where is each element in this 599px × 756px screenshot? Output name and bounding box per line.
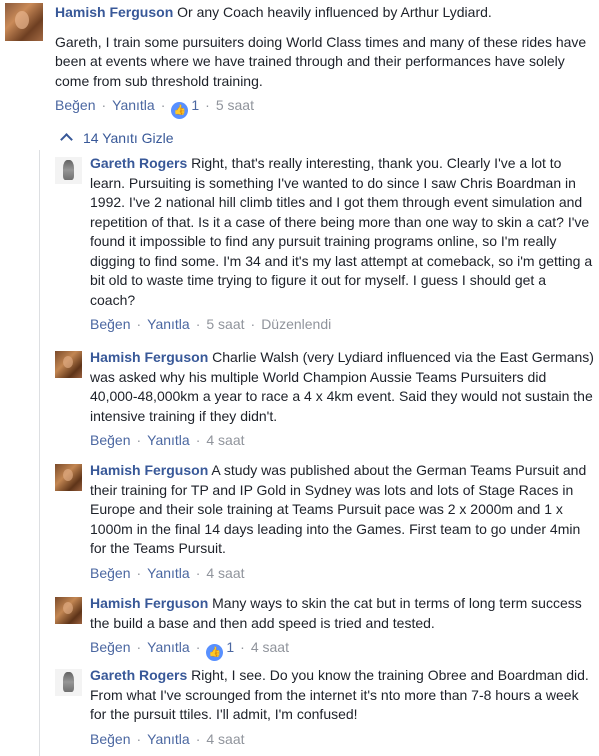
author-name[interactable]: Gareth Rogers xyxy=(90,155,187,171)
thread-line xyxy=(39,150,40,756)
comment-actions: Beğen · Yanıtla · 4 saat xyxy=(90,432,595,449)
separator-dot: · xyxy=(195,730,201,747)
hide-replies-label: 14 Yanıtı Gizle xyxy=(83,130,174,146)
chevron-up-icon xyxy=(60,133,73,146)
comment-text: Hamish Ferguson Or any Coach heavily inf… xyxy=(55,3,595,23)
comment-actions: Beğen · Yanıtla · 👍 1 · 4 saat xyxy=(90,639,595,661)
reply-button[interactable]: Yanıtla xyxy=(147,316,190,332)
separator-dot: · xyxy=(205,97,210,113)
author-name[interactable]: Hamish Ferguson xyxy=(55,4,173,20)
comment-text: Gareth Rogers Right, that's really inter… xyxy=(90,154,595,310)
separator-dot: · xyxy=(136,432,142,448)
like-button[interactable]: Beğen xyxy=(55,97,95,113)
comment-text-paragraph: Gareth, I train some pursuiters doing Wo… xyxy=(55,33,587,89)
separator-dot: · xyxy=(240,639,245,655)
avatar[interactable] xyxy=(55,597,82,624)
separator-dot: · xyxy=(136,730,142,747)
comment-body: Gareth Rogers Right, I see. Do you know … xyxy=(90,666,595,748)
comment-body: Hamish Ferguson Or any Coach heavily inf… xyxy=(55,3,595,119)
comment-text: Hamish Ferguson Many ways to skin the ca… xyxy=(90,594,595,633)
avatar[interactable] xyxy=(5,3,43,41)
timestamp[interactable]: 5 saat xyxy=(216,97,254,113)
comment-text-line: Or any Coach heavily influenced by Arthu… xyxy=(177,4,492,20)
timestamp[interactable]: 4 saat xyxy=(206,432,244,448)
reply-button[interactable]: Yanıtla xyxy=(112,97,155,113)
separator-dot: · xyxy=(101,97,107,113)
reply-button[interactable]: Yanıtla xyxy=(147,639,190,655)
like-button[interactable]: Beğen xyxy=(90,731,130,747)
comment-actions: Beğen · Yanıtla · 4 saat xyxy=(90,565,595,582)
reaction-count[interactable]: 1 xyxy=(226,639,234,655)
separator-dot: · xyxy=(250,316,256,332)
like-button[interactable]: Beğen xyxy=(90,316,130,332)
avatar[interactable] xyxy=(55,351,82,378)
comment-actions: Beğen · Yanıtla · 👍 1 · 5 saat xyxy=(55,97,595,119)
like-reaction-icon[interactable]: 👍 xyxy=(206,644,224,661)
separator-dot: · xyxy=(195,564,201,581)
hide-replies-toggle[interactable]: 14 Yanıtı Gizle xyxy=(60,128,174,148)
avatar[interactable] xyxy=(55,464,82,491)
author-name[interactable]: Hamish Ferguson xyxy=(90,462,208,478)
avatar[interactable] xyxy=(55,669,82,696)
like-button[interactable]: Beğen xyxy=(90,639,130,655)
timestamp[interactable]: 4 saat xyxy=(206,731,244,747)
timestamp[interactable]: 4 saat xyxy=(251,639,289,655)
reaction-count[interactable]: 1 xyxy=(191,97,199,113)
comment-body: Hamish Ferguson Many ways to skin the ca… xyxy=(90,594,595,661)
comment-text: Hamish Ferguson Charlie Walsh (very Lydi… xyxy=(90,348,595,426)
timestamp[interactable]: 4 saat xyxy=(206,565,244,581)
reply-button[interactable]: Yanıtla xyxy=(147,432,190,448)
comment-text: Gareth Rogers Right, I see. Do you know … xyxy=(90,666,595,725)
avatar[interactable] xyxy=(55,157,82,184)
separator-dot: · xyxy=(195,316,201,332)
separator-dot: · xyxy=(195,639,201,655)
comment-actions: Beğen · Yanıtla · 5 saat · Düzenlendi xyxy=(90,316,595,333)
separator-dot: · xyxy=(136,316,142,332)
comment-body: Hamish Ferguson Charlie Walsh (very Lydi… xyxy=(90,348,595,449)
separator-dot: · xyxy=(136,639,142,655)
separator-dot: · xyxy=(136,564,142,581)
comment-actions: Beğen · Yanıtla · 4 saat xyxy=(90,731,595,748)
author-name[interactable]: Hamish Ferguson xyxy=(90,349,208,365)
comment-body: Hamish Ferguson A study was published ab… xyxy=(90,461,595,582)
like-button[interactable]: Beğen xyxy=(90,565,130,581)
comment-text-content: Right, that's really interesting, thank … xyxy=(90,155,593,308)
timestamp[interactable]: 5 saat xyxy=(206,316,244,332)
author-name[interactable]: Hamish Ferguson xyxy=(90,595,208,611)
like-button[interactable]: Beğen xyxy=(90,432,130,448)
like-reaction-icon[interactable]: 👍 xyxy=(171,102,189,119)
author-name[interactable]: Gareth Rogers xyxy=(90,667,187,683)
comment-body: Gareth Rogers Right, that's really inter… xyxy=(90,154,595,333)
edited-label[interactable]: Düzenlendi xyxy=(261,316,331,332)
separator-dot: · xyxy=(195,432,201,448)
comment-text: Hamish Ferguson A study was published ab… xyxy=(90,461,595,559)
separator-dot: · xyxy=(160,97,166,113)
reply-button[interactable]: Yanıtla xyxy=(147,565,190,581)
reply-button[interactable]: Yanıtla xyxy=(147,731,190,747)
